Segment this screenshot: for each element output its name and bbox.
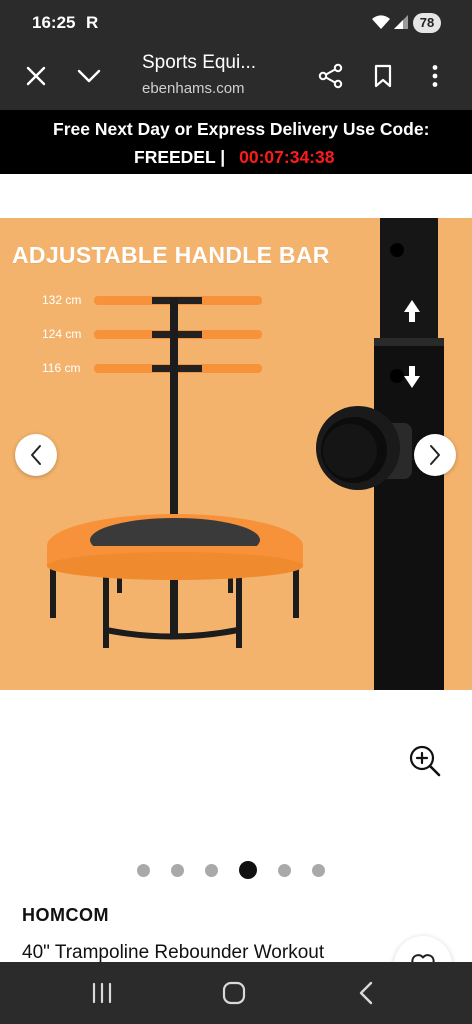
- chevron-down-icon[interactable]: [73, 60, 105, 92]
- home-icon[interactable]: [219, 978, 249, 1008]
- pagination-dot[interactable]: [205, 864, 218, 877]
- trampoline-illustration: [47, 218, 444, 690]
- zoom-in-icon[interactable]: [406, 743, 442, 779]
- status-time: 16:25: [32, 13, 76, 32]
- previous-image-button[interactable]: [15, 434, 57, 476]
- browser-toolbar: Sports Equi... ebenhams.com: [0, 46, 472, 110]
- pagination-dot[interactable]: [312, 864, 325, 877]
- promo-text: Free Next Day or Express Delivery Use Co…: [53, 119, 430, 139]
- promo-banner[interactable]: Free Next Day or Express Delivery Use Co…: [0, 110, 472, 174]
- promo-code: FREEDEL |: [134, 147, 226, 167]
- more-vert-icon[interactable]: [419, 60, 451, 92]
- pagination-dot[interactable]: [171, 864, 184, 877]
- product-title: 40" Trampoline Rebounder Workout: [22, 942, 325, 963]
- wifi-icon: [371, 14, 391, 35]
- battery-indicator: 78: [413, 13, 441, 33]
- page-title[interactable]: Sports Equi...: [142, 52, 256, 74]
- next-image-button[interactable]: [414, 434, 456, 476]
- product-image-gallery[interactable]: ADJUSTABLE HANDLE BAR 132 cm 124 cm 116 …: [0, 218, 472, 690]
- countdown-timer: 00:07:34:38: [239, 147, 335, 167]
- back-icon[interactable]: [351, 978, 381, 1008]
- status-bar: 16:25 R 78: [0, 0, 472, 46]
- bookmark-icon[interactable]: [367, 60, 399, 92]
- share-icon[interactable]: [315, 60, 347, 92]
- status-roaming-indicator: R: [86, 13, 99, 32]
- close-icon[interactable]: [20, 60, 52, 92]
- pagination-dot[interactable]: [137, 864, 150, 877]
- promo-code-line: FREEDEL | 00:07:34:38: [134, 147, 334, 168]
- recent-apps-icon[interactable]: [87, 978, 117, 1008]
- chevron-left-icon: [31, 445, 41, 465]
- signal-icon: [393, 14, 409, 35]
- pagination-dot-active[interactable]: [239, 861, 257, 879]
- chevron-right-icon: [430, 445, 440, 465]
- product-brand[interactable]: HOMCOM: [22, 905, 109, 926]
- image-pagination: [0, 858, 472, 882]
- pagination-dot[interactable]: [278, 864, 291, 877]
- system-nav-bar: [0, 962, 472, 1024]
- page-url[interactable]: ebenhams.com: [142, 80, 245, 97]
